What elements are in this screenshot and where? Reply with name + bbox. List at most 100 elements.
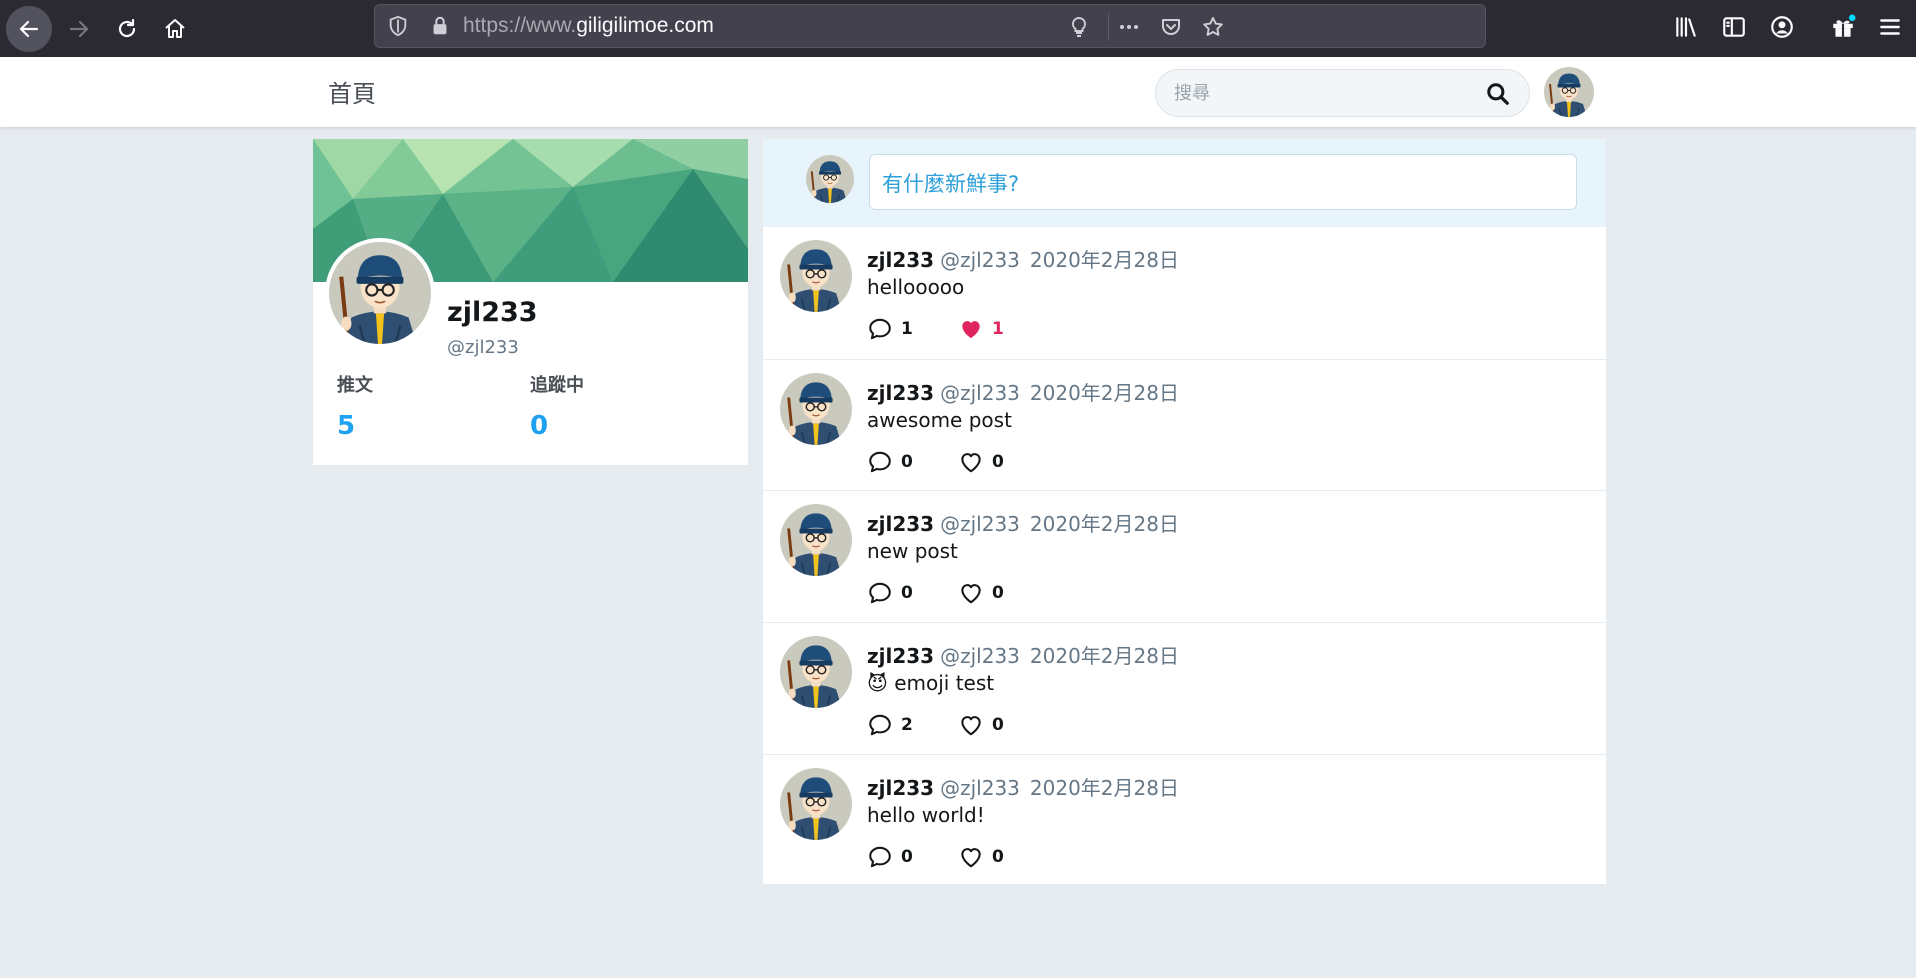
stat-following-label: 追蹤中 — [530, 375, 584, 396]
sidebar-icon[interactable] — [1721, 14, 1747, 40]
gift-icon[interactable] — [1830, 14, 1856, 40]
menu-icon[interactable] — [1877, 14, 1903, 40]
tweet-author-name[interactable]: zjl233 — [867, 644, 934, 668]
profile-avatar[interactable] — [325, 238, 435, 348]
tweet-item[interactable]: zjl233 @zjl233 2020年2月28日 hellooooo 1 1 — [763, 227, 1606, 359]
stat-tweets[interactable]: 推文 5 — [337, 371, 373, 441]
shield-icon[interactable] — [387, 15, 409, 37]
url-text: https://www.giligilimoe.com — [463, 14, 714, 37]
like-button[interactable]: 0 — [958, 712, 1004, 738]
reply-button[interactable]: 1 — [867, 316, 913, 342]
tweet-author-name[interactable]: zjl233 — [867, 248, 934, 272]
like-button[interactable]: 0 — [958, 580, 1004, 606]
reply-count: 1 — [901, 319, 913, 339]
like-count: 0 — [992, 451, 1004, 472]
compose-input[interactable]: 有什麼新鮮事? — [869, 154, 1577, 210]
tweet-meta: zjl233 @zjl233 2020年2月28日 — [867, 772, 1179, 801]
tweet-date: 2020年2月28日 — [1029, 775, 1179, 800]
tweet-text: hello world! — [867, 802, 985, 827]
profile-card: zjl233 @zjl233 推文 5 追蹤中 0 — [313, 139, 748, 465]
url-bar[interactable]: https://www.giligilimoe.com — [374, 4, 1486, 48]
account-icon[interactable] — [1769, 14, 1795, 40]
forward-button[interactable] — [56, 6, 102, 52]
user-avatar[interactable] — [1544, 67, 1594, 117]
home-link[interactable]: 首頁 — [328, 74, 376, 109]
tweet-meta: zjl233 @zjl233 2020年2月28日 — [867, 244, 1179, 273]
tweet-avatar[interactable] — [780, 373, 852, 445]
tweet-author-name[interactable]: zjl233 — [867, 776, 934, 800]
tweet-item[interactable]: zjl233 @zjl233 2020年2月28日 😈 emoji test 2 0 — [763, 622, 1606, 754]
tweet-author-name[interactable]: zjl233 — [867, 381, 934, 405]
like-button[interactable]: 0 — [958, 844, 1004, 870]
back-button[interactable] — [6, 6, 52, 52]
reply-button[interactable]: 0 — [867, 449, 913, 475]
arrow-right-icon — [69, 20, 89, 38]
reload-icon — [118, 18, 136, 38]
tweet-text: hellooooo — [867, 275, 965, 299]
pocket-icon[interactable] — [1159, 15, 1183, 39]
reply-count: 0 — [901, 846, 913, 867]
timeline: 有什麼新鮮事? zjl233 @zjl233 2020年2月28日 hellooooo… — [763, 139, 1606, 884]
tweet-author-handle: @zjl233 — [940, 380, 1020, 405]
tweet-date: 2020年2月28日 — [1029, 248, 1179, 272]
tweet-author-name[interactable]: zjl233 — [867, 512, 934, 536]
library-icon[interactable] — [1673, 14, 1699, 40]
star-icon[interactable] — [1201, 15, 1225, 39]
tweet-text: awesome post — [867, 407, 1012, 432]
tweet-author-handle: @zjl233 — [940, 512, 1020, 537]
heart-icon — [958, 712, 984, 738]
home-icon — [165, 19, 185, 38]
tweet-text: 😈 emoji test — [867, 671, 995, 696]
profile-handle: @zjl233 — [447, 337, 519, 358]
stat-following[interactable]: 追蹤中 0 — [530, 371, 584, 441]
tweet-author-handle: @zjl233 — [940, 644, 1020, 669]
like-count: 0 — [992, 715, 1004, 736]
stat-following-count: 0 — [530, 411, 549, 441]
heart-icon — [958, 449, 984, 475]
tweet-meta: zjl233 @zjl233 2020年2月28日 — [867, 508, 1179, 537]
reply-count: 0 — [901, 583, 913, 604]
lightbulb-icon[interactable] — [1067, 15, 1091, 39]
home-button[interactable] — [152, 6, 198, 52]
like-button[interactable]: 1 — [958, 316, 1004, 342]
compose-avatar — [806, 155, 854, 203]
tweet-item[interactable]: zjl233 @zjl233 2020年2月28日 awesome post 0 0 — [763, 358, 1606, 491]
tweet-avatar[interactable] — [780, 504, 852, 576]
site-header: 首頁 — [0, 57, 1916, 127]
tweet-item[interactable]: zjl233 @zjl233 2020年2月28日 new post 0 0 — [763, 490, 1606, 622]
tweet-avatar[interactable] — [780, 240, 852, 312]
like-button[interactable]: 0 — [958, 449, 1004, 475]
tweet-date: 2020年2月28日 — [1029, 512, 1179, 537]
like-count: 1 — [992, 319, 1004, 339]
reload-button[interactable] — [104, 6, 150, 52]
tweet-list: zjl233 @zjl233 2020年2月28日 hellooooo 1 1 zjl233… — [763, 227, 1606, 885]
tweet-author-handle: @zjl233 — [940, 775, 1020, 800]
heart-filled-icon — [958, 316, 984, 342]
more-icon[interactable] — [1117, 15, 1141, 39]
stat-tweets-label: 推文 — [337, 375, 373, 396]
comment-icon — [867, 449, 893, 475]
like-count: 0 — [992, 846, 1004, 867]
tweet-meta: zjl233 @zjl233 2020年2月28日 — [867, 377, 1179, 406]
lock-icon[interactable] — [429, 15, 451, 37]
heart-icon — [958, 844, 984, 870]
reply-count: 0 — [901, 451, 913, 472]
reply-button[interactable]: 0 — [867, 580, 913, 606]
comment-icon — [867, 580, 893, 606]
like-count: 0 — [992, 583, 1004, 604]
comment-icon — [867, 712, 893, 738]
search-input[interactable] — [1174, 80, 1464, 106]
reply-count: 2 — [901, 715, 913, 736]
comment-icon — [867, 844, 893, 870]
reply-button[interactable]: 2 — [867, 712, 913, 738]
tweet-text: new post — [867, 539, 958, 564]
heart-icon — [958, 580, 984, 606]
compose-box: 有什麼新鮮事? — [763, 139, 1606, 227]
tweet-avatar[interactable] — [780, 768, 852, 840]
search-icon[interactable] — [1485, 81, 1511, 107]
tweet-date: 2020年2月28日 — [1029, 380, 1179, 405]
reply-button[interactable]: 0 — [867, 844, 913, 870]
profile-name: zjl233 — [447, 297, 538, 328]
tweet-avatar[interactable] — [780, 636, 852, 708]
tweet-item[interactable]: zjl233 @zjl233 2020年2月28日 hello world! 0 0 — [763, 753, 1606, 886]
